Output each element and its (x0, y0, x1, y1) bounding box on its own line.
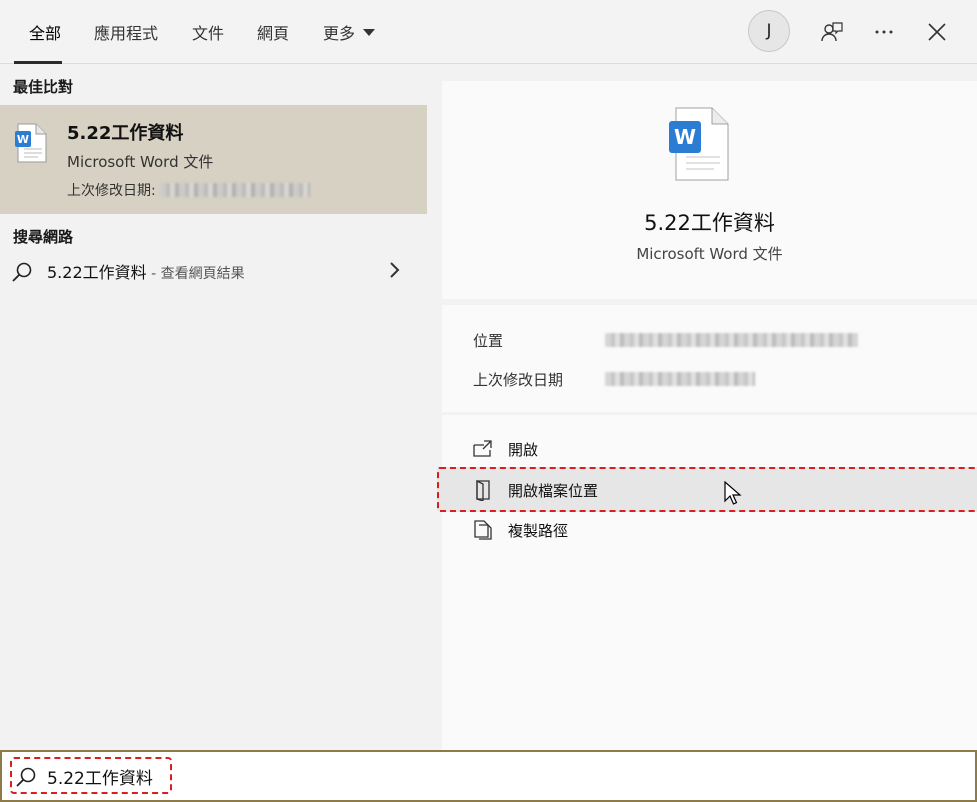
mouse-cursor-icon (724, 481, 742, 505)
search-web-heading: 搜尋網路 (13, 228, 74, 246)
best-match-item[interactable]: W 5.22工作資料 Microsoft Word 文件 上次修改日期: (0, 105, 427, 214)
location-label: 位置 (473, 332, 504, 350)
action-open-file-location-label: 開啟檔案位置 (508, 482, 599, 500)
tab-more[interactable]: 更多 (323, 20, 376, 44)
best-match-title: 5.22工作資料 (67, 123, 184, 144)
best-match-heading: 最佳比對 (13, 78, 74, 96)
web-result-item[interactable]: 5.22工作資料 - 查看網頁結果 (0, 254, 427, 294)
word-document-large-icon: W (669, 107, 729, 181)
top-bar: 全部 應用程式 文件 網頁 更多 J (0, 0, 977, 64)
web-result-hint: - 查看網頁結果 (146, 266, 245, 282)
chevron-right-icon[interactable] (388, 260, 402, 280)
action-open[interactable]: 開啟 (442, 430, 977, 468)
detail-type: Microsoft Word 文件 (636, 245, 783, 263)
detail-title: 5.22工作資料 (644, 211, 775, 235)
detail-properties-card: 位置 上次修改日期 (442, 305, 977, 412)
results-pane: 最佳比對 W 5.22工作資料 Microsoft Word 文件 上次修改日期… (0, 64, 427, 750)
tab-all[interactable]: 全部 (29, 20, 61, 44)
caret-down-icon (363, 29, 376, 36)
redacted-date (160, 183, 311, 197)
account-avatar[interactable]: J (748, 10, 790, 52)
details-pane: W 5.22工作資料 Microsoft Word 文件 位置 上次修改日期 (442, 64, 977, 750)
close-icon[interactable] (925, 20, 949, 44)
action-open-label: 開啟 (508, 441, 539, 459)
svg-text:W: W (674, 125, 696, 149)
search-icon (12, 262, 32, 282)
search-bar[interactable]: 5.22工作資料 (0, 750, 977, 802)
open-icon (473, 440, 492, 457)
action-copy-path-label: 複製路徑 (508, 522, 569, 540)
search-input[interactable]: 5.22工作資料 (47, 764, 153, 789)
web-result-query: 5.22工作資料 (47, 263, 147, 282)
action-copy-path[interactable]: 複製路徑 (442, 511, 977, 549)
tab-web[interactable]: 網頁 (257, 20, 289, 44)
folder-icon (476, 479, 490, 501)
copy-icon (474, 520, 492, 540)
best-match-modified-label: 上次修改日期: (67, 183, 156, 199)
web-result-text: 5.22工作資料 - 查看網頁結果 (47, 259, 245, 283)
svg-text:W: W (17, 133, 29, 146)
ellipsis-icon[interactable] (872, 20, 896, 44)
tab-apps[interactable]: 應用程式 (94, 20, 158, 44)
best-match-modified: 上次修改日期: (67, 180, 311, 200)
feedback-icon[interactable] (820, 20, 844, 44)
search-icon (16, 767, 36, 787)
tab-more-label: 更多 (323, 24, 356, 43)
redacted-location (605, 333, 858, 347)
best-match-type: Microsoft Word 文件 (67, 153, 214, 171)
tab-documents[interactable]: 文件 (192, 20, 224, 44)
redacted-modified-date (605, 372, 755, 386)
modified-label: 上次修改日期 (473, 371, 564, 389)
action-open-file-location[interactable]: 開啟檔案位置 (442, 471, 977, 509)
word-document-icon: W (15, 123, 47, 163)
detail-header-card: W 5.22工作資料 Microsoft Word 文件 (442, 81, 977, 299)
